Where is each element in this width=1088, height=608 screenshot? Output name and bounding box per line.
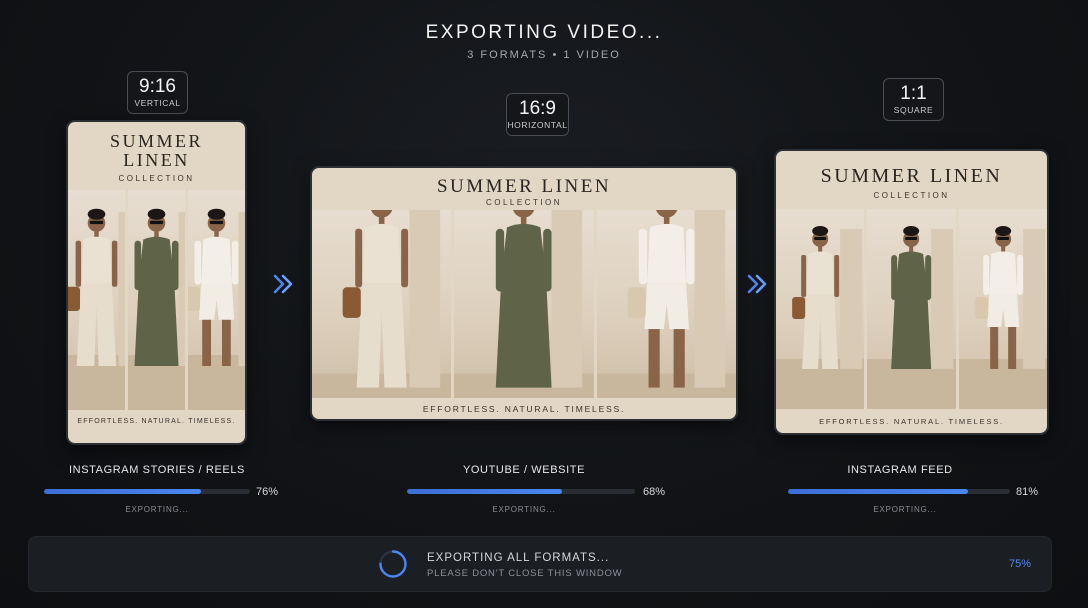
overall-progress-percent: 75% (1008, 558, 1031, 570)
model-figure (312, 210, 452, 398)
model-figure (454, 210, 594, 398)
ratio-text: 1:1 (900, 83, 927, 104)
ratio-badge-square: 1:1 SQUARE (883, 78, 944, 121)
orientation-text: HORIZONTAL (507, 120, 568, 130)
photo-panels (68, 190, 245, 410)
progress-bar-youtube (407, 489, 635, 494)
photo-panel-olive-dress (454, 210, 594, 398)
preview-square: SUMMER LINEN COLLECTION EFFORTLESS. NATU… (774, 149, 1049, 435)
model-figure (128, 208, 185, 410)
progress-bar-feed (788, 489, 1010, 494)
orientation-text: VERTICAL (134, 98, 181, 108)
tagline-text: EFFORTLESS. NATURAL. TIMELESS. (77, 418, 236, 425)
photo-panel-white-shirt (188, 190, 245, 410)
model-figure (958, 226, 1047, 409)
photo-panel-cream-outfit (68, 190, 125, 410)
progress-fill (788, 489, 968, 494)
format-label-stories: INSTAGRAM STORIES / REELS (69, 464, 245, 476)
progress-fill (44, 489, 201, 494)
model-figure (776, 226, 865, 409)
preview-vertical: SUMMER LINEN COLLECTION EFFORTLESS. NATU… (66, 120, 247, 445)
double-chevron-right-icon (747, 274, 767, 294)
photo-panel-olive-dress (128, 190, 185, 410)
preview-horizontal: SUMMER LINEN COLLECTION EFFORTLESS. NATU… (310, 166, 738, 421)
spinner-icon (379, 550, 407, 578)
collection-text: COLLECTION (118, 174, 195, 183)
double-chevron-right-icon (273, 274, 293, 294)
collection-text: COLLECTION (873, 191, 950, 200)
tagline-text: EFFORTLESS. NATURAL. TIMELESS. (819, 417, 1004, 426)
status-text-youtube: EXPORTING... (492, 505, 556, 514)
progress-percent-youtube: 68% (643, 486, 666, 498)
model-figure (188, 208, 245, 410)
format-label-youtube: YOUTUBE / WEBSITE (462, 464, 586, 476)
ratio-text: 16:9 (519, 98, 556, 119)
progress-bar-stories (44, 489, 250, 494)
brand-title: SUMMER LINEN (820, 165, 1003, 187)
overall-status-subtitle: PLEASE DON'T CLOSE THIS WINDOW (427, 568, 623, 579)
photo-panel-white-shirt (958, 209, 1047, 409)
photo-panel-cream-outfit (312, 210, 452, 398)
status-text-stories: EXPORTING... (125, 505, 189, 514)
brand-title-line: SUMMER (109, 131, 204, 151)
progress-percent-stories: 76% (256, 486, 279, 498)
page-subtitle: 3 FORMATS • 1 VIDEO (467, 49, 621, 61)
photo-panels (312, 210, 736, 398)
ratio-badge-horizontal: 16:9 HORIZONTAL (506, 93, 569, 136)
model-figure (68, 208, 125, 410)
tagline-text: EFFORTLESS. NATURAL. TIMELESS. (422, 404, 626, 414)
photo-panel-white-shirt (596, 210, 736, 398)
model-figure (596, 210, 736, 398)
brand-title: SUMMER LINEN (68, 132, 245, 170)
ratio-badge-vertical: 9:16 VERTICAL (127, 71, 188, 114)
status-text-feed: EXPORTING... (873, 505, 937, 514)
orientation-text: SQUARE (893, 105, 934, 115)
overall-status-title: EXPORTING ALL FORMATS... (427, 552, 610, 564)
brand-title: SUMMER LINEN (436, 176, 612, 197)
ratio-text: 9:16 (139, 76, 176, 97)
page-title: EXPORTING VIDEO... (425, 22, 663, 43)
photo-panel-cream-outfit (776, 209, 865, 409)
collection-text: COLLECTION (485, 198, 563, 207)
export-header: EXPORTING VIDEO... 3 FORMATS • 1 VIDEO (0, 22, 1088, 61)
brand-title-line: LINEN (123, 150, 190, 170)
photo-panel-olive-dress (867, 209, 956, 409)
progress-fill (407, 489, 563, 494)
model-figure (867, 226, 956, 409)
progress-percent-feed: 81% (1016, 486, 1039, 498)
format-label-feed: INSTAGRAM FEED (847, 464, 953, 476)
photo-panels (776, 209, 1047, 409)
overall-progress-panel: EXPORTING ALL FORMATS... PLEASE DON'T CL… (28, 536, 1052, 592)
